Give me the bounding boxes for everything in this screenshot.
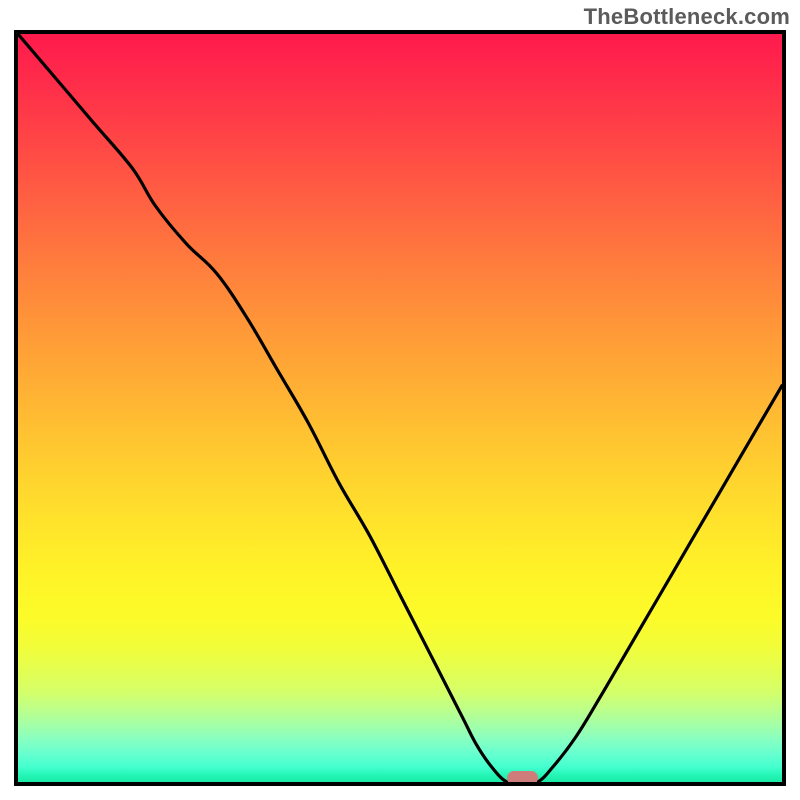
chart-container: TheBottleneck.com — [0, 0, 800, 800]
plot-area — [14, 30, 786, 786]
attribution-text: TheBottleneck.com — [584, 4, 790, 30]
optimal-marker — [507, 771, 538, 786]
bottleneck-curve — [18, 34, 782, 782]
